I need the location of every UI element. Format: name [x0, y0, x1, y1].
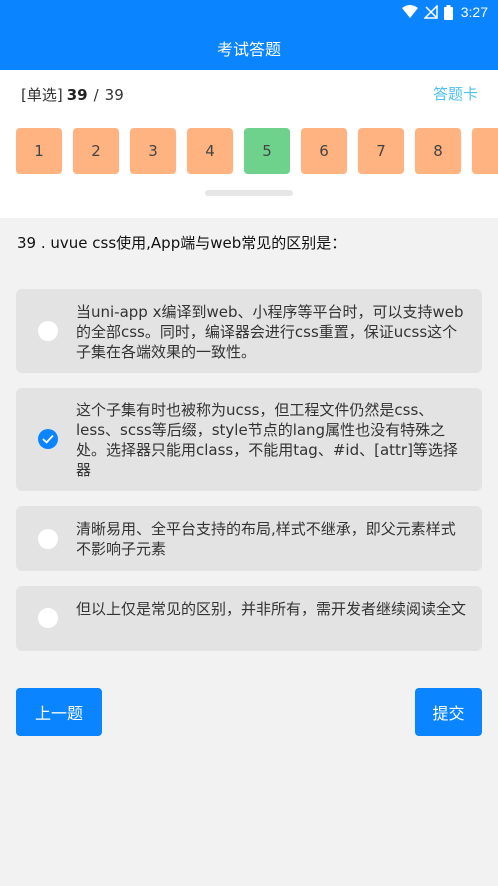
- option-item[interactable]: 清晰易用、全平台支持的布局,样式不继承，即父元素样式不影响子元素: [16, 506, 482, 571]
- option-item-selected[interactable]: 这个子集有时也被称为ucss，但工程文件仍然是css、less、scss等后缀，…: [16, 388, 482, 491]
- status-time: 3:27: [460, 4, 488, 20]
- status-bar: 3:27: [0, 0, 498, 26]
- battery-icon: [443, 4, 453, 20]
- no-signal-icon: [423, 5, 438, 19]
- question-number-button[interactable]: 2: [73, 128, 119, 174]
- question-number-button[interactable]: [472, 128, 498, 174]
- nav-bar: 考试答题: [0, 26, 498, 70]
- question-type: [单选]: [21, 86, 63, 104]
- status-icons: 3:27: [401, 4, 488, 20]
- page-title: 考试答题: [216, 40, 281, 59]
- wifi-icon: [401, 5, 418, 19]
- option-item[interactable]: 但以上仅是常见的区别，并非所有，需开发者继续阅读全文: [16, 586, 482, 651]
- question-header-panel: [单选] 39 / 39 答题卡 1 2 3 4 5 6 7 8: [0, 70, 498, 218]
- option-text: 这个子集有时也被称为ucss，但工程文件仍然是css、less、scss等后缀，…: [76, 401, 458, 479]
- previous-question-button[interactable]: 上一题: [16, 688, 102, 736]
- question-progress: [单选] 39 / 39: [21, 84, 124, 105]
- question-number-button[interactable]: 4: [187, 128, 233, 174]
- question-number-button[interactable]: 6: [301, 128, 347, 174]
- question-number-button[interactable]: 8: [415, 128, 461, 174]
- radio-unchecked-icon[interactable]: [38, 321, 58, 341]
- option-item[interactable]: 当uni-app x编译到web、小程序等平台时，可以支持web的全部css。同…: [16, 289, 482, 373]
- option-text: 但以上仅是常见的区别，并非所有，需开发者继续阅读全文: [76, 600, 467, 618]
- question-number-button[interactable]: 7: [358, 128, 404, 174]
- question-number-button[interactable]: 3: [130, 128, 176, 174]
- radio-unchecked-icon[interactable]: [38, 608, 58, 628]
- question-number-button-active[interactable]: 5: [244, 128, 290, 174]
- question-number-button[interactable]: 1: [16, 128, 62, 174]
- progress-separator: /: [93, 86, 99, 104]
- option-text: 清晰易用、全平台支持的布局,样式不继承，即父元素样式不影响子元素: [76, 520, 456, 558]
- scroll-indicator[interactable]: [205, 190, 293, 196]
- submit-button[interactable]: 提交: [415, 688, 482, 736]
- question-text: 39 . uvue css使用,App端与web常见的区别是：: [17, 234, 347, 252]
- current-question-number: 39: [66, 86, 88, 104]
- total-questions: 39: [104, 86, 124, 104]
- question-number-strip[interactable]: 1 2 3 4 5 6 7 8: [16, 128, 498, 174]
- option-text: 当uni-app x编译到web、小程序等平台时，可以支持web的全部css。同…: [76, 303, 464, 361]
- radio-unchecked-icon[interactable]: [38, 529, 58, 549]
- answer-card-link[interactable]: 答题卡: [433, 83, 478, 104]
- radio-checked-icon[interactable]: [38, 429, 58, 449]
